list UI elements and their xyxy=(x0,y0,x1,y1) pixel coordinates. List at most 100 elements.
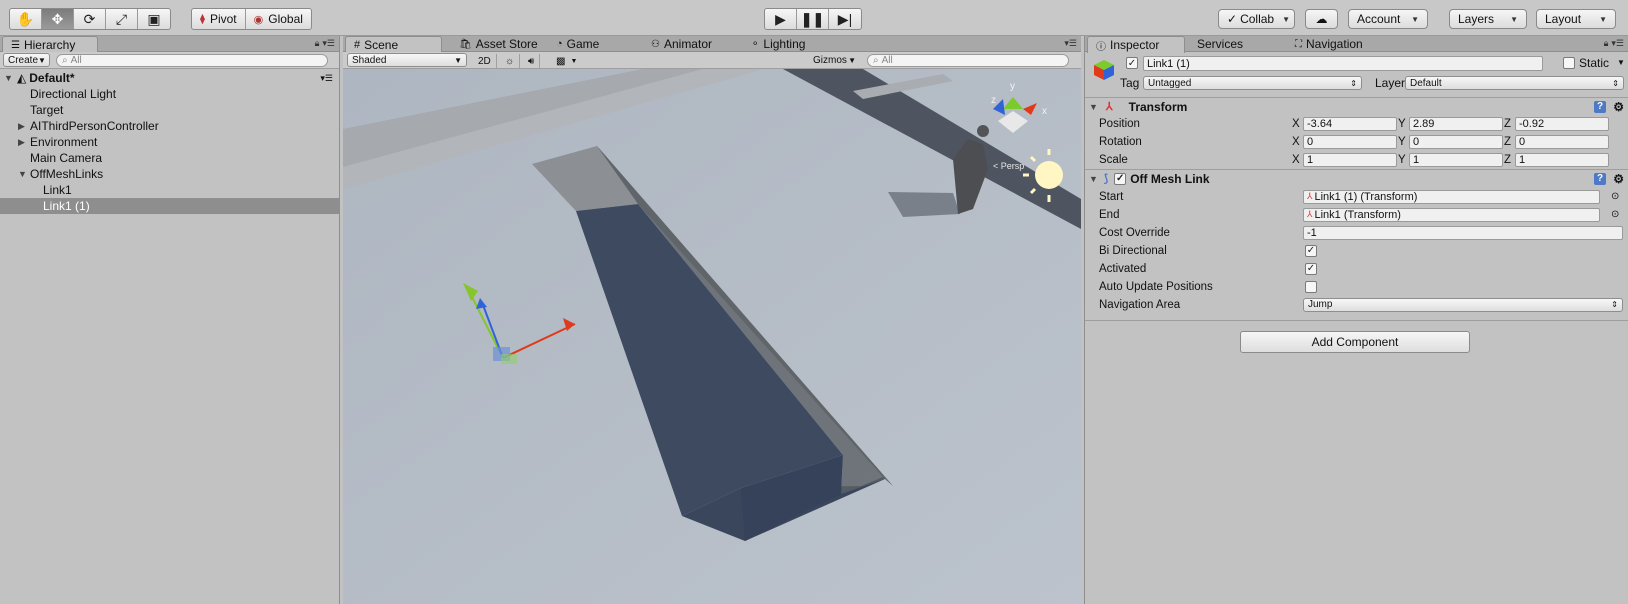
axis-x-label: x xyxy=(1042,106,1047,117)
scene-menu-icon[interactable]: ▾☰ xyxy=(320,73,333,84)
rect-tool-button[interactable]: ▣ xyxy=(138,9,170,29)
hand-tool-button[interactable]: ✋ xyxy=(10,9,42,29)
scene-root-row[interactable]: ▼ ◭ Default* ▾☰ xyxy=(0,70,339,86)
rotation-y-input[interactable]: 0 xyxy=(1409,134,1503,149)
hierarchy-item[interactable]: Target xyxy=(0,102,339,118)
layout-dropdown[interactable]: Layout ▼ xyxy=(1536,9,1616,29)
mode-2d-button[interactable]: 2D xyxy=(473,54,497,68)
tab-navigation[interactable]: ⛶ Navigation xyxy=(1287,36,1371,52)
cost-override-input[interactable]: -1 xyxy=(1303,225,1623,240)
start-object-field[interactable]: ⅄ Link1 (1) (Transform) xyxy=(1303,189,1600,204)
tab-asset-store[interactable]: 🛍︎ Asset Store xyxy=(451,36,546,52)
object-picker-icon[interactable]: ⊙ xyxy=(1611,191,1619,202)
y-axis-label: Y xyxy=(1398,117,1406,130)
object-picker-icon[interactable]: ⊙ xyxy=(1611,209,1619,220)
tab-inspector[interactable]: ⓘ Inspector xyxy=(1087,36,1185,53)
panel-menu-icon[interactable]: ▾☰ xyxy=(1611,38,1624,49)
gizmos-dropdown[interactable]: Gizmos ▼ xyxy=(809,53,860,67)
lock-icon[interactable]: 🔒︎ xyxy=(1604,38,1609,49)
scale-z-input[interactable]: 1 xyxy=(1515,152,1609,167)
step-icon: ▶| xyxy=(837,10,853,27)
collab-dropdown[interactable]: ✓ Collab ▼ xyxy=(1218,9,1295,29)
scale-x-input[interactable]: 1 xyxy=(1303,152,1397,167)
play-button[interactable]: ▶ xyxy=(765,9,797,29)
shading-dropdown[interactable]: Shaded ▼ xyxy=(347,53,467,67)
axis-z-label: z xyxy=(991,95,996,106)
static-dropdown-arrow-icon[interactable]: ▼ xyxy=(1617,58,1625,67)
inspector-tabbar: ⓘ Inspector Services ⛶ Navigation 🔒︎ ▾☰ xyxy=(1085,36,1628,53)
layers-dropdown[interactable]: Layers ▼ xyxy=(1449,9,1527,29)
scene-effects-dropdown[interactable]: ▩ ▼ xyxy=(551,54,582,68)
tab-services[interactable]: Services xyxy=(1189,36,1251,52)
hierarchy-tabbar: ☰ Hierarchy 🔒︎ ▾☰ xyxy=(0,36,339,53)
collapse-triangle-icon[interactable]: ▼ xyxy=(1089,102,1098,112)
position-x-input[interactable]: -3.64 xyxy=(1303,116,1397,131)
step-button[interactable]: ▶| xyxy=(829,9,861,29)
hierarchy-item[interactable]: ▼ OffMeshLinks xyxy=(0,166,339,182)
hierarchy-item[interactable]: Directional Light xyxy=(0,86,339,102)
scene-audio-toggle[interactable]: 🔊︎ xyxy=(523,54,541,68)
rotation-x-input[interactable]: 0 xyxy=(1303,134,1397,149)
hierarchy-item[interactable]: ▶ Environment xyxy=(0,134,339,150)
collapse-triangle-icon[interactable]: ▼ xyxy=(1089,174,1098,184)
tab-game[interactable]: ◔ Game xyxy=(548,36,607,52)
layer-dropdown[interactable]: Default ⇕ xyxy=(1405,76,1624,90)
lock-icon[interactable]: 🔒︎ xyxy=(315,38,320,49)
pause-button[interactable]: ❚❚ xyxy=(797,9,829,29)
hierarchy-item[interactable]: ▶ AIThirdPersonController xyxy=(0,118,339,134)
add-component-button[interactable]: Add Component xyxy=(1240,331,1470,353)
position-y-input[interactable]: 2.89 xyxy=(1409,116,1503,131)
hierarchy-search-input[interactable]: ⌕ All xyxy=(56,54,328,67)
tab-hierarchy[interactable]: ☰ Hierarchy xyxy=(2,36,98,53)
gear-icon[interactable]: ⚙ xyxy=(1613,100,1624,114)
pacman-icon: ◔ xyxy=(556,38,563,50)
navigation-area-dropdown[interactable]: Jump ⇕ xyxy=(1303,297,1623,312)
offmeshlink-header[interactable]: ▼ ⟆ ✓ Off Mesh Link ? ⚙ xyxy=(1085,169,1628,187)
hierarchy-item[interactable]: Link1 (1) xyxy=(0,198,339,214)
tab-scene[interactable]: # Scene xyxy=(345,36,442,53)
store-icon: 🛍︎ xyxy=(459,38,472,50)
tab-lighting[interactable]: ⚬ Lighting xyxy=(743,36,813,52)
expand-triangle-icon[interactable]: ▼ xyxy=(18,169,28,179)
gear-icon[interactable]: ⚙ xyxy=(1613,172,1624,186)
position-z-input[interactable]: -0.92 xyxy=(1515,116,1609,131)
help-icon[interactable]: ? xyxy=(1594,172,1606,185)
bi-directional-checkbox[interactable]: ✓ xyxy=(1305,244,1317,257)
list-icon: ☰ xyxy=(11,39,20,51)
scene-lighting-toggle[interactable]: ☼ xyxy=(500,54,521,68)
tab-animator[interactable]: ⚇ Animator xyxy=(643,36,720,52)
create-dropdown[interactable]: Create ▼ xyxy=(3,53,50,67)
move-tool-button[interactable]: ✥ xyxy=(42,9,74,29)
persp-label[interactable]: < Persp xyxy=(993,161,1024,171)
account-dropdown[interactable]: Account ▼ xyxy=(1348,9,1428,29)
expand-triangle-icon[interactable]: ▶ xyxy=(18,121,28,132)
hierarchy-item[interactable]: Link1 xyxy=(0,182,339,198)
tag-dropdown[interactable]: Untagged ⇕ xyxy=(1143,76,1362,90)
scale-y-input[interactable]: 1 xyxy=(1409,152,1503,167)
help-icon[interactable]: ? xyxy=(1594,100,1606,113)
static-checkbox[interactable] xyxy=(1563,57,1575,69)
hierarchy-item[interactable]: Main Camera xyxy=(0,150,339,166)
component-enabled-checkbox[interactable]: ✓ xyxy=(1114,172,1127,185)
chevron-down-icon: ▼ xyxy=(848,55,856,65)
panel-menu-icon[interactable]: ▾☰ xyxy=(1064,38,1077,49)
collapse-triangle-icon[interactable]: ▼ xyxy=(4,73,14,83)
panel-menu-icon[interactable]: ▾☰ xyxy=(322,38,335,49)
activated-checkbox[interactable]: ✓ xyxy=(1305,262,1317,275)
active-checkbox[interactable]: ✓ xyxy=(1126,57,1138,69)
scale-tool-button[interactable]: ⤢ xyxy=(106,9,138,29)
global-button[interactable]: ◉ Global xyxy=(246,9,311,29)
expand-triangle-icon[interactable]: ▶ xyxy=(18,137,28,148)
pivot-button[interactable]: ⧫ Pivot xyxy=(192,9,246,29)
object-name-input[interactable]: Link1 (1) xyxy=(1143,56,1543,71)
rotation-z-input[interactable]: 0 xyxy=(1515,134,1609,149)
cloud-button[interactable]: ☁ xyxy=(1305,9,1338,29)
auto-update-checkbox[interactable] xyxy=(1305,280,1317,293)
end-object-field[interactable]: ⅄ Link1 (Transform) xyxy=(1303,207,1600,222)
scene-search-input[interactable]: ⌕ All xyxy=(867,54,1069,67)
navigation-area-label: Navigation Area xyxy=(1099,298,1181,311)
transform-header[interactable]: ▼ ⅄ Transform ? ⚙ xyxy=(1085,97,1628,115)
hierarchy-item-label: OffMeshLinks xyxy=(30,167,104,181)
scene-viewport[interactable]: y z x < Persp xyxy=(343,69,1081,604)
rotate-tool-button[interactable]: ⟳ xyxy=(74,9,106,29)
